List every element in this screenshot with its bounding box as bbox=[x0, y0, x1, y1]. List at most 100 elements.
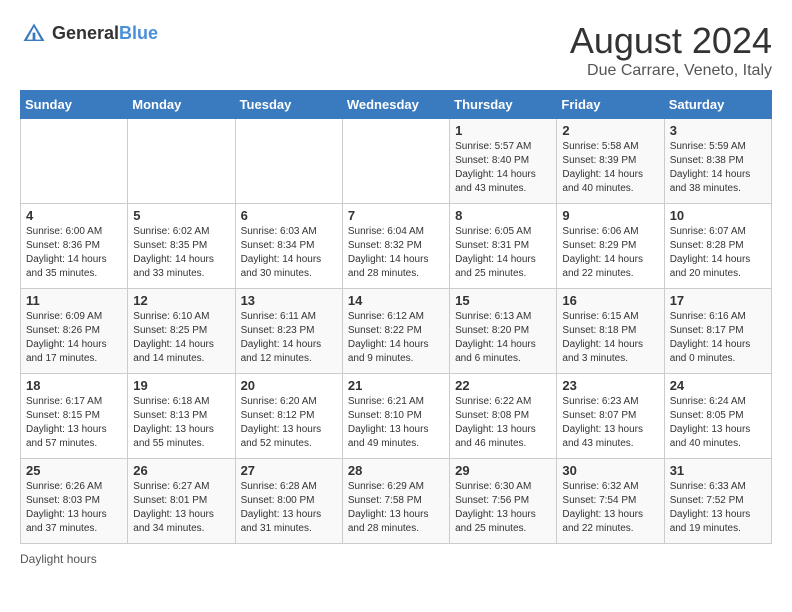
day-info: Sunrise: 6:26 AMSunset: 8:03 PMDaylight:… bbox=[26, 480, 122, 536]
calendar-cell: 24 Sunrise: 6:24 AMSunset: 8:05 PMDayligh… bbox=[664, 374, 771, 459]
day-info: Sunrise: 6:06 AMSunset: 8:29 PMDaylight:… bbox=[562, 225, 658, 281]
calendar-cell: 27 Sunrise: 6:28 AMSunset: 8:00 PMDayligh… bbox=[235, 459, 342, 544]
calendar-cell: 21 Sunrise: 6:21 AMSunset: 8:10 PMDayligh… bbox=[342, 374, 449, 459]
day-number: 24 bbox=[670, 378, 766, 393]
calendar-cell: 2 Sunrise: 5:58 AMSunset: 8:39 PMDaylight… bbox=[557, 119, 664, 204]
calendar-week-row: 11 Sunrise: 6:09 AMSunset: 8:26 PMDayligh… bbox=[21, 289, 772, 374]
day-number: 21 bbox=[348, 378, 444, 393]
day-of-week-header: Saturday bbox=[664, 91, 771, 119]
day-info: Sunrise: 6:07 AMSunset: 8:28 PMDaylight:… bbox=[670, 225, 766, 281]
logo-text: GeneralBlue bbox=[52, 24, 158, 44]
day-info: Sunrise: 6:04 AMSunset: 8:32 PMDaylight:… bbox=[348, 225, 444, 281]
day-number: 30 bbox=[562, 463, 658, 478]
day-number: 18 bbox=[26, 378, 122, 393]
calendar-cell: 1 Sunrise: 5:57 AMSunset: 8:40 PMDaylight… bbox=[450, 119, 557, 204]
day-info: Sunrise: 6:29 AMSunset: 7:58 PMDaylight:… bbox=[348, 480, 444, 536]
day-number: 27 bbox=[241, 463, 337, 478]
calendar-cell: 23Sunrise: 6:23 AMSunset: 8:07 PMDayligh… bbox=[557, 374, 664, 459]
day-info: Sunrise: 6:05 AMSunset: 8:31 PMDaylight:… bbox=[455, 225, 551, 281]
day-number: 12 bbox=[133, 293, 229, 308]
day-number: 13 bbox=[241, 293, 337, 308]
day-info: Sunrise: 6:09 AMSunset: 8:26 PMDaylight:… bbox=[26, 310, 122, 366]
calendar-cell: 15Sunrise: 6:13 AMSunset: 8:20 PMDayligh… bbox=[450, 289, 557, 374]
calendar-cell: 10Sunrise: 6:07 AMSunset: 8:28 PMDayligh… bbox=[664, 204, 771, 289]
day-number: 4 bbox=[26, 208, 122, 223]
day-number: 15 bbox=[455, 293, 551, 308]
header: GeneralBlue August 2024 Due Carrare, Ven… bbox=[20, 20, 772, 80]
day-info: Sunrise: 6:24 AMSunset: 8:05 PMDaylight:… bbox=[670, 395, 766, 451]
day-info: Sunrise: 6:16 AMSunset: 8:17 PMDaylight:… bbox=[670, 310, 766, 366]
day-info: Sunrise: 6:00 AMSunset: 8:36 PMDaylight:… bbox=[26, 225, 122, 281]
calendar-cell bbox=[21, 119, 128, 204]
day-info: Sunrise: 6:21 AMSunset: 8:10 PMDaylight:… bbox=[348, 395, 444, 451]
calendar-cell: 25 Sunrise: 6:26 AMSunset: 8:03 PMDayligh… bbox=[21, 459, 128, 544]
title-block: August 2024 Due Carrare, Veneto, Italy bbox=[570, 20, 772, 80]
day-number: 6 bbox=[241, 208, 337, 223]
calendar-cell: 8 Sunrise: 6:05 AMSunset: 8:31 PMDaylight… bbox=[450, 204, 557, 289]
day-info: Sunrise: 6:28 AMSunset: 8:00 PMDaylight:… bbox=[241, 480, 337, 536]
day-info: Sunrise: 6:33 AMSunset: 7:52 PMDaylight:… bbox=[670, 480, 766, 536]
day-info: Sunrise: 6:30 AMSunset: 7:56 PMDaylight:… bbox=[455, 480, 551, 536]
main-title: August 2024 bbox=[570, 20, 772, 62]
day-info: Sunrise: 6:27 AMSunset: 8:01 PMDaylight:… bbox=[133, 480, 229, 536]
day-number: 8 bbox=[455, 208, 551, 223]
day-info: Sunrise: 6:17 AMSunset: 8:15 PMDaylight:… bbox=[26, 395, 122, 451]
day-number: 16 bbox=[562, 293, 658, 308]
calendar-cell: 14 Sunrise: 6:12 AMSunset: 8:22 PMDayligh… bbox=[342, 289, 449, 374]
footer: Daylight hours bbox=[20, 552, 772, 566]
calendar-week-row: 25 Sunrise: 6:26 AMSunset: 8:03 PMDayligh… bbox=[21, 459, 772, 544]
calendar-cell: 11 Sunrise: 6:09 AMSunset: 8:26 PMDayligh… bbox=[21, 289, 128, 374]
day-of-week-header: Friday bbox=[557, 91, 664, 119]
day-number: 3 bbox=[670, 123, 766, 138]
calendar-cell: 19 Sunrise: 6:18 AMSunset: 8:13 PMDayligh… bbox=[128, 374, 235, 459]
day-of-week-header: Thursday bbox=[450, 91, 557, 119]
day-number: 22 bbox=[455, 378, 551, 393]
calendar-cell: 18 Sunrise: 6:17 AMSunset: 8:15 PMDayligh… bbox=[21, 374, 128, 459]
calendar-week-row: 4 Sunrise: 6:00 AMSunset: 8:36 PMDaylight… bbox=[21, 204, 772, 289]
day-info: Sunrise: 5:58 AMSunset: 8:39 PMDaylight:… bbox=[562, 140, 658, 196]
day-number: 17 bbox=[670, 293, 766, 308]
day-number: 7 bbox=[348, 208, 444, 223]
day-info: Sunrise: 6:02 AMSunset: 8:35 PMDaylight:… bbox=[133, 225, 229, 281]
calendar-cell: 13Sunrise: 6:11 AMSunset: 8:23 PMDayligh… bbox=[235, 289, 342, 374]
calendar-cell: 12Sunrise: 6:10 AMSunset: 8:25 PMDayligh… bbox=[128, 289, 235, 374]
calendar-week-row: 1 Sunrise: 5:57 AMSunset: 8:40 PMDaylight… bbox=[21, 119, 772, 204]
day-number: 19 bbox=[133, 378, 229, 393]
day-info: Sunrise: 5:59 AMSunset: 8:38 PMDaylight:… bbox=[670, 140, 766, 196]
calendar-week-row: 18 Sunrise: 6:17 AMSunset: 8:15 PMDayligh… bbox=[21, 374, 772, 459]
calendar-cell: 17 Sunrise: 6:16 AMSunset: 8:17 PMDayligh… bbox=[664, 289, 771, 374]
day-of-week-header: Monday bbox=[128, 91, 235, 119]
calendar-cell: 4 Sunrise: 6:00 AMSunset: 8:36 PMDaylight… bbox=[21, 204, 128, 289]
calendar-cell: 30 Sunrise: 6:32 AMSunset: 7:54 PMDayligh… bbox=[557, 459, 664, 544]
day-number: 2 bbox=[562, 123, 658, 138]
day-number: 1 bbox=[455, 123, 551, 138]
day-of-week-header: Wednesday bbox=[342, 91, 449, 119]
day-number: 28 bbox=[348, 463, 444, 478]
logo: GeneralBlue bbox=[20, 20, 158, 48]
calendar-cell: 6 Sunrise: 6:03 AMSunset: 8:34 PMDaylight… bbox=[235, 204, 342, 289]
calendar-cell bbox=[235, 119, 342, 204]
day-info: Sunrise: 6:32 AMSunset: 7:54 PMDaylight:… bbox=[562, 480, 658, 536]
day-info: Sunrise: 6:12 AMSunset: 8:22 PMDaylight:… bbox=[348, 310, 444, 366]
day-info: Sunrise: 6:23 AMSunset: 8:07 PMDaylight:… bbox=[562, 395, 658, 451]
day-info: Sunrise: 6:18 AMSunset: 8:13 PMDaylight:… bbox=[133, 395, 229, 451]
logo-icon bbox=[20, 20, 48, 48]
day-info: Sunrise: 6:15 AMSunset: 8:18 PMDaylight:… bbox=[562, 310, 658, 366]
day-of-week-header: Sunday bbox=[21, 91, 128, 119]
day-number: 14 bbox=[348, 293, 444, 308]
day-number: 31 bbox=[670, 463, 766, 478]
calendar-cell: 26Sunrise: 6:27 AMSunset: 8:01 PMDayligh… bbox=[128, 459, 235, 544]
calendar-table: SundayMondayTuesdayWednesdayThursdayFrid… bbox=[20, 90, 772, 544]
day-number: 9 bbox=[562, 208, 658, 223]
calendar-cell: 28 Sunrise: 6:29 AMSunset: 7:58 PMDayligh… bbox=[342, 459, 449, 544]
calendar-cell: 9 Sunrise: 6:06 AMSunset: 8:29 PMDaylight… bbox=[557, 204, 664, 289]
day-number: 29 bbox=[455, 463, 551, 478]
footer-label: Daylight hours bbox=[20, 552, 97, 566]
day-number: 25 bbox=[26, 463, 122, 478]
day-info: Sunrise: 5:57 AMSunset: 8:40 PMDaylight:… bbox=[455, 140, 551, 196]
day-info: Sunrise: 6:03 AMSunset: 8:34 PMDaylight:… bbox=[241, 225, 337, 281]
calendar-cell: 29 Sunrise: 6:30 AMSunset: 7:56 PMDayligh… bbox=[450, 459, 557, 544]
day-info: Sunrise: 6:22 AMSunset: 8:08 PMDaylight:… bbox=[455, 395, 551, 451]
calendar-cell: 22 Sunrise: 6:22 AMSunset: 8:08 PMDayligh… bbox=[450, 374, 557, 459]
day-number: 11 bbox=[26, 293, 122, 308]
